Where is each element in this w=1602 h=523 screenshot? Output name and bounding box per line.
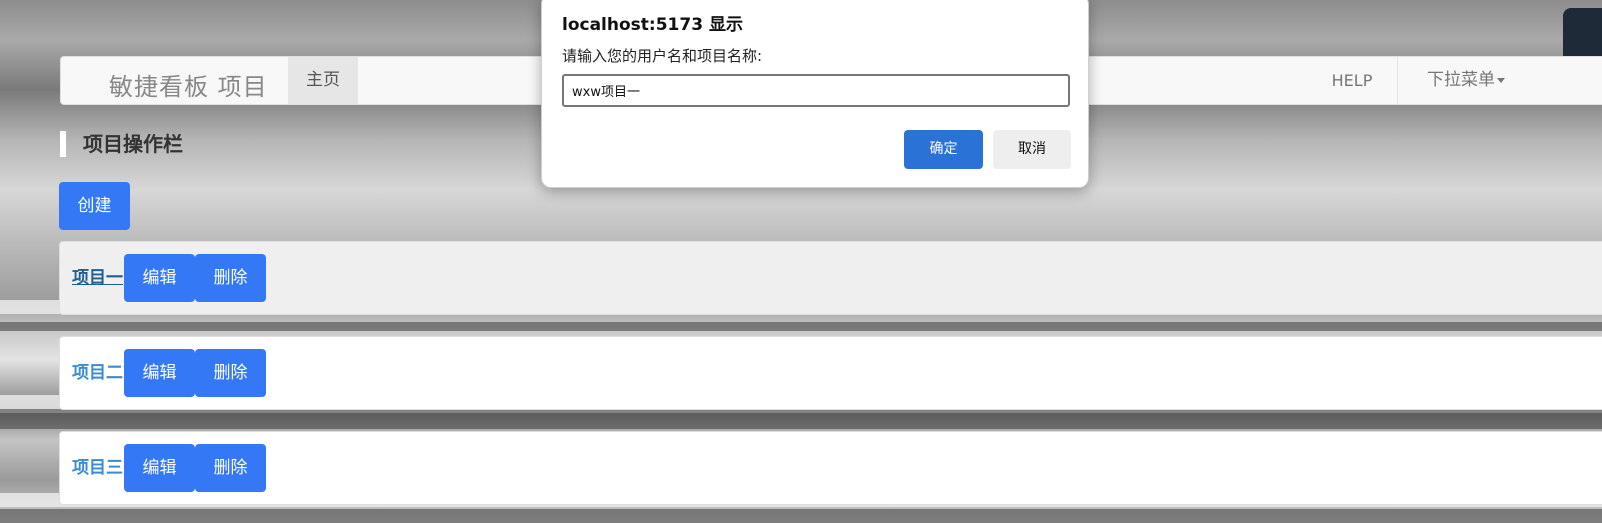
delete-project-button[interactable]: 删除 [195,444,266,492]
section-title: 项目操作栏 [60,131,183,157]
project-link[interactable]: 项目三 [72,456,123,480]
nav-dropdown-menu[interactable]: 下拉菜单 [1411,57,1521,104]
dialog-message: 请输入您的用户名和项目名称: [562,47,763,65]
project-row: 项目三 编辑 删除 [59,431,1602,505]
project-row: 项目一 编辑 删除 [59,241,1602,315]
prompt-dialog: localhost:5173 显示 请输入您的用户名和项目名称: 确定 取消 [541,0,1089,188]
cancel-button[interactable]: 取消 [993,130,1071,169]
delete-project-button[interactable]: 删除 [195,349,266,397]
dialog-input-field[interactable] [562,74,1070,107]
confirm-button[interactable]: 确定 [904,130,983,169]
project-link[interactable]: 项目二 [72,361,123,385]
background-slat [0,413,1602,429]
project-row: 项目二 编辑 删除 [59,336,1602,410]
edit-project-button[interactable]: 编辑 [124,444,195,492]
edit-project-button[interactable]: 编辑 [124,349,195,397]
project-link[interactable]: 项目一 [72,266,123,290]
brand-title[interactable]: 敏捷看板 项目 [109,67,268,102]
nav-dropdown-label: 下拉菜单 [1427,70,1495,90]
nav-help-link[interactable]: HELP [1307,57,1398,104]
dialog-title: localhost:5173 显示 [562,15,743,35]
caret-down-icon [1497,77,1505,83]
delete-project-button[interactable]: 删除 [195,254,266,302]
background-slat [0,509,1602,523]
nav-home-link[interactable]: 主页 [288,57,358,104]
background-slat [0,322,1602,331]
create-project-button[interactable]: 创建 [59,182,130,230]
edit-project-button[interactable]: 编辑 [124,254,195,302]
